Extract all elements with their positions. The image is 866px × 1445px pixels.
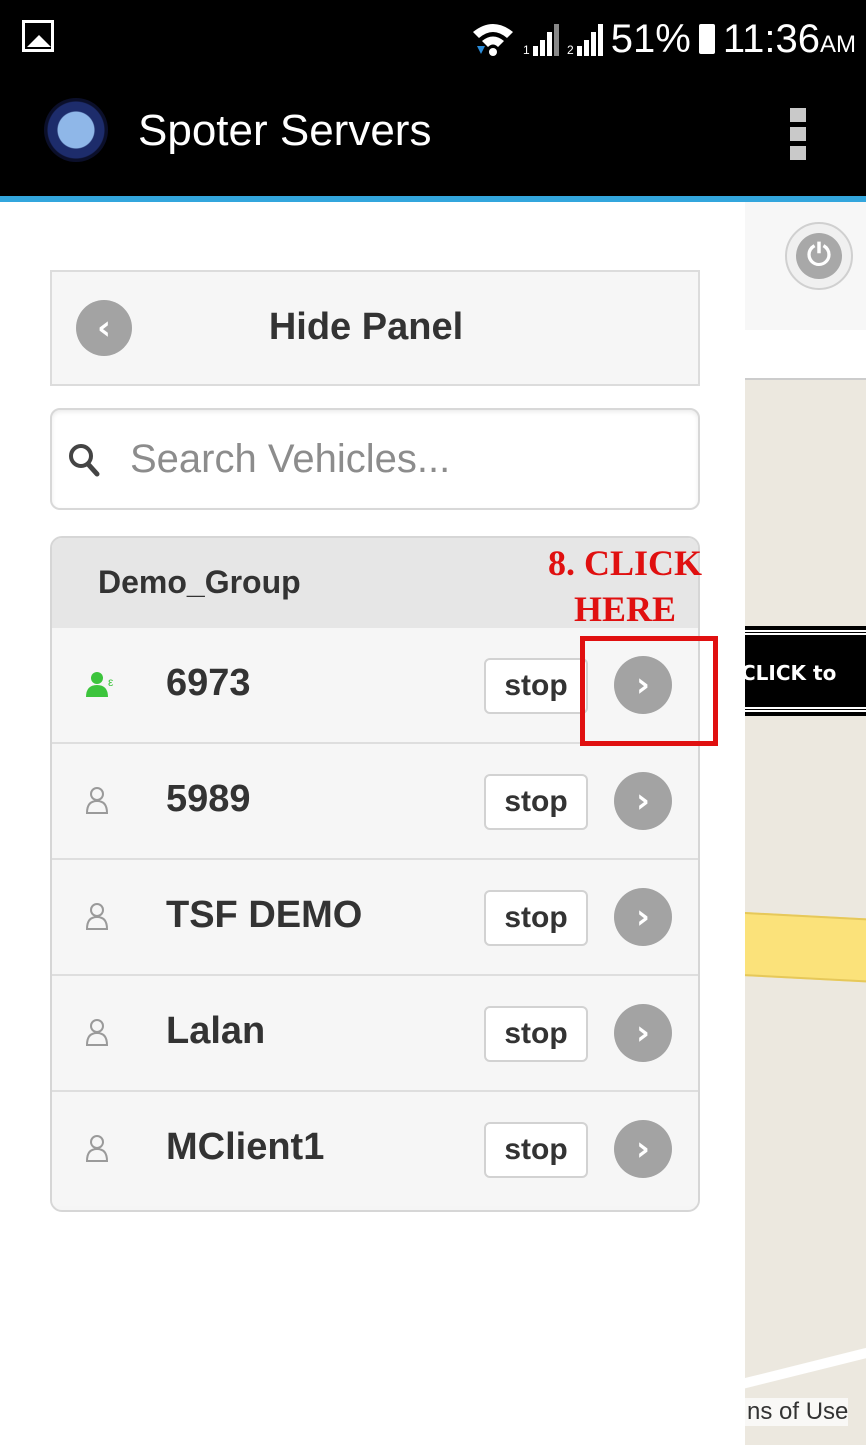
search-box[interactable]	[50, 408, 700, 510]
annotation-highlight-box	[580, 636, 718, 746]
status-bar: 1 2 51% 11:36AM	[0, 0, 866, 78]
chevron-right-icon[interactable]: ›	[614, 772, 672, 830]
stop-button[interactable]: stop	[484, 774, 588, 830]
vehicle-name: 5989	[166, 778, 251, 820]
map-search-strip	[745, 330, 866, 380]
stop-button[interactable]: stop	[484, 890, 588, 946]
annotation-text: 8. CLICK HERE	[520, 540, 730, 632]
vehicle-name: MClient1	[166, 1126, 325, 1168]
terms-of-use-link[interactable]: ns of Use	[745, 1398, 849, 1426]
battery-icon	[698, 24, 715, 54]
search-icon	[69, 444, 100, 477]
stop-button[interactable]: stop	[484, 1122, 588, 1178]
wifi-icon	[472, 24, 513, 56]
svg-text:1: 1	[523, 43, 530, 56]
list-item[interactable]: 5989 stop ›	[52, 744, 698, 860]
map-view[interactable]: ⏻ ns of Use	[745, 202, 866, 1445]
vehicle-name: Lalan	[166, 1010, 266, 1052]
signal-sim1-icon: 1	[523, 24, 559, 56]
stop-button[interactable]: stop	[484, 658, 588, 714]
user-offline-icon	[86, 1135, 108, 1162]
signal-sim2-icon: 2	[567, 24, 603, 56]
list-item[interactable]: MClient1 stop ›	[52, 1092, 698, 1206]
user-offline-icon	[86, 903, 108, 930]
user-offline-icon	[86, 1019, 108, 1046]
map-road	[745, 1344, 866, 1390]
list-item[interactable]: TSF DEMO stop ›	[52, 860, 698, 976]
app-bar: Spoter Servers	[0, 78, 866, 202]
vehicle-panel: ‹ Hide Panel Demo_Group ε 6973 stop ›	[0, 202, 745, 1445]
status-indicators: 1 2 51% 11:36AM	[471, 0, 856, 78]
chevron-left-icon: ‹	[76, 300, 132, 356]
group-name: Demo_Group	[98, 564, 301, 600]
search-input[interactable]	[130, 430, 670, 488]
hide-panel-button[interactable]: ‹ Hide Panel	[50, 270, 700, 386]
vehicle-name: 6973	[166, 662, 251, 704]
user-offline-icon	[86, 787, 108, 814]
map-road	[745, 912, 866, 984]
chevron-right-icon[interactable]: ›	[614, 888, 672, 946]
stop-button[interactable]: stop	[484, 1006, 588, 1062]
instruction-callout: CLICK to	[720, 626, 866, 716]
callout-text: CLICK to	[741, 661, 837, 685]
annotation-line: 8. CLICK	[547, 543, 703, 583]
app-title: Spoter Servers	[138, 106, 432, 155]
app-logo-icon[interactable]	[44, 98, 108, 162]
battery-percent: 51%	[610, 16, 691, 61]
clock-time: 11:36AM	[722, 16, 856, 61]
annotation-line: HERE	[573, 589, 677, 629]
power-icon: ⏻	[796, 233, 842, 279]
svg-text:ε: ε	[108, 675, 114, 689]
vehicle-name: TSF DEMO	[166, 894, 363, 936]
user-online-icon: ε	[86, 672, 114, 697]
chevron-right-icon[interactable]: ›	[614, 1120, 672, 1178]
overflow-menu-icon[interactable]	[790, 108, 806, 160]
power-button[interactable]: ⏻	[785, 222, 853, 290]
list-item[interactable]: Lalan stop ›	[52, 976, 698, 1092]
image-notification-icon	[22, 20, 54, 52]
svg-text:2: 2	[567, 43, 574, 56]
chevron-right-icon[interactable]: ›	[614, 1004, 672, 1062]
